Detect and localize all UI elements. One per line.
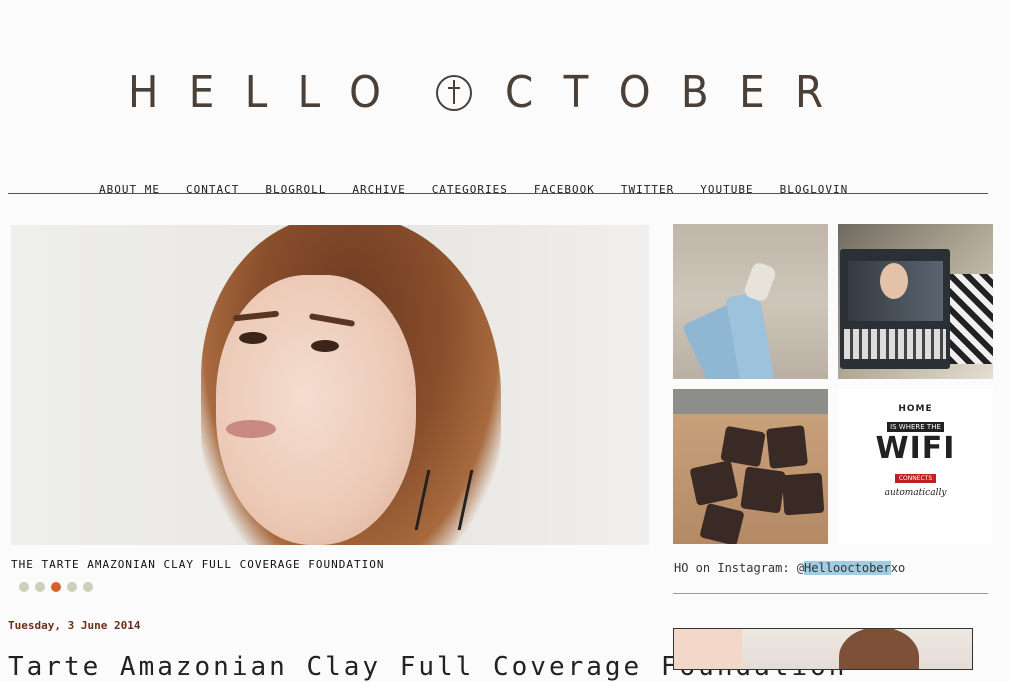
slider-dot-3-active[interactable] xyxy=(51,582,61,592)
slider-dot-5[interactable] xyxy=(83,582,93,592)
instagram-photo-legs[interactable] xyxy=(673,224,828,379)
slider-dot-4[interactable] xyxy=(67,582,77,592)
featured-slider-image[interactable] xyxy=(11,225,649,545)
nav-item-youtube[interactable]: YOUTUBE xyxy=(700,183,753,196)
nav-item-about-me[interactable]: ABOUT ME xyxy=(99,183,160,196)
nav-item-twitter[interactable]: TWITTER xyxy=(621,183,674,196)
sidebar-divider xyxy=(673,593,988,594)
wifi-print-auto: automatically xyxy=(884,488,947,498)
instagram-photo-brownies[interactable] xyxy=(673,389,828,544)
slider-caption-link[interactable]: THE TARTE AMAZONIAN CLAY FULL COVERAGE F… xyxy=(11,558,385,571)
nav-item-categories[interactable]: CATEGORIES xyxy=(432,183,508,196)
slider-dot-2[interactable] xyxy=(35,582,45,592)
logo-text-hello: HELLO xyxy=(128,67,412,118)
top-navigation: ABOUT ME CONTACT BLOGROLL ARCHIVE CATEGORIES… xyxy=(8,176,988,196)
nav-item-contact[interactable]: CONTACT xyxy=(186,183,239,196)
wifi-print-home: HOME xyxy=(898,404,933,414)
site-logo[interactable]: HELLO CTOBER xyxy=(128,68,884,118)
nav-item-archive[interactable]: ARCHIVE xyxy=(352,183,405,196)
logo-text-ctober: CTOBER xyxy=(504,67,854,118)
instagram-photo-laptop[interactable] xyxy=(838,224,993,379)
slider-dot-1[interactable] xyxy=(19,582,29,592)
slider-pagination xyxy=(19,577,99,596)
nav-item-blogroll[interactable]: BLOGROLL xyxy=(265,183,326,196)
instagram-photo-wifi-print[interactable]: HOME IS WHERE THE WIFI CONNECTS automati… xyxy=(838,389,993,544)
logo-cross-o-icon xyxy=(435,75,472,111)
instagram-caption-prefix: HO on Instagram: @ xyxy=(674,561,805,575)
instagram-handle-suffix: xo xyxy=(890,561,906,575)
wifi-print-wifi: WIFI xyxy=(875,431,956,466)
nav-item-bloglovin[interactable]: BLOGLOVIN xyxy=(780,183,849,196)
instagram-caption: HO on Instagram: @Hellooctoberxo xyxy=(674,561,905,575)
post-date: Tuesday, 3 June 2014 xyxy=(8,619,141,632)
nav-item-facebook[interactable]: FACEBOOK xyxy=(534,183,595,196)
wifi-print-connects: CONNECTS xyxy=(894,474,937,483)
instagram-handle-link[interactable]: Hellooctober xyxy=(804,561,891,575)
